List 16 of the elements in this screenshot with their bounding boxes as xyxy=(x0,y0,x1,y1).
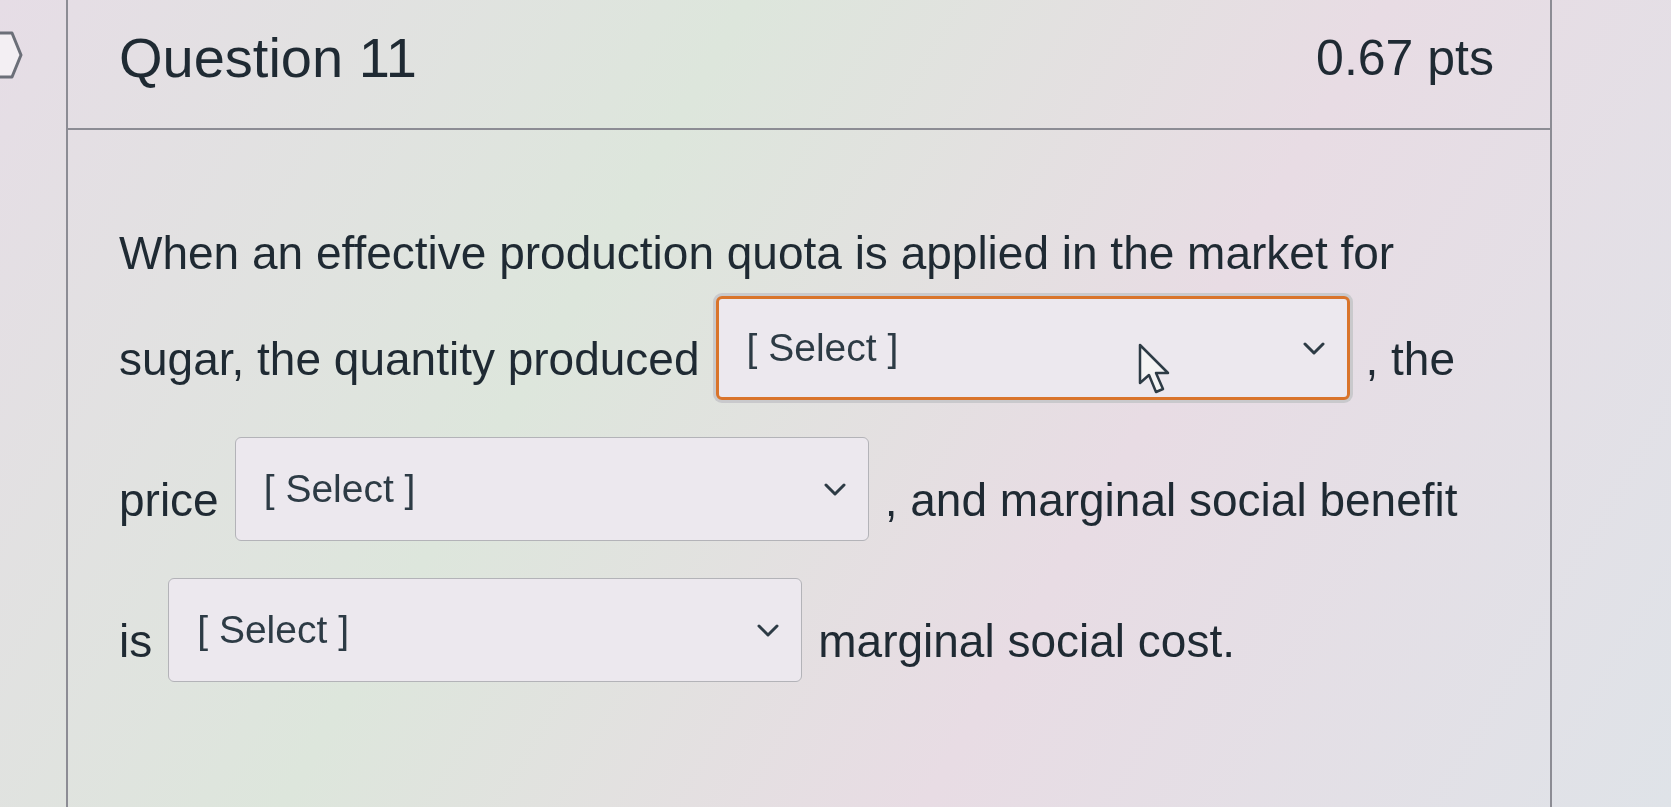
select-dropdown[interactable]: [ Select ] xyxy=(234,437,869,541)
question-text: sugar, the quantity produced xyxy=(119,332,700,387)
chevron-down-icon xyxy=(823,482,846,496)
select-dropdown[interactable]: [ Select ] xyxy=(168,578,803,682)
chevron-down-icon xyxy=(757,623,780,637)
question-text: is xyxy=(119,614,153,669)
question-text: , and marginal social benefit xyxy=(884,473,1458,528)
tag-icon xyxy=(0,30,24,80)
points-label: 0.67 pts xyxy=(1316,29,1494,88)
question-title: Question 11 xyxy=(119,26,417,90)
select-dropdown[interactable]: [ Select ] xyxy=(715,296,1350,400)
question-text: When an effective production quota is applied in the market for xyxy=(119,226,1395,281)
question-text: marginal social cost. xyxy=(818,614,1235,669)
question-text: , the xyxy=(1365,332,1456,387)
question-text: price xyxy=(119,473,219,528)
chevron-down-icon xyxy=(1302,341,1325,355)
